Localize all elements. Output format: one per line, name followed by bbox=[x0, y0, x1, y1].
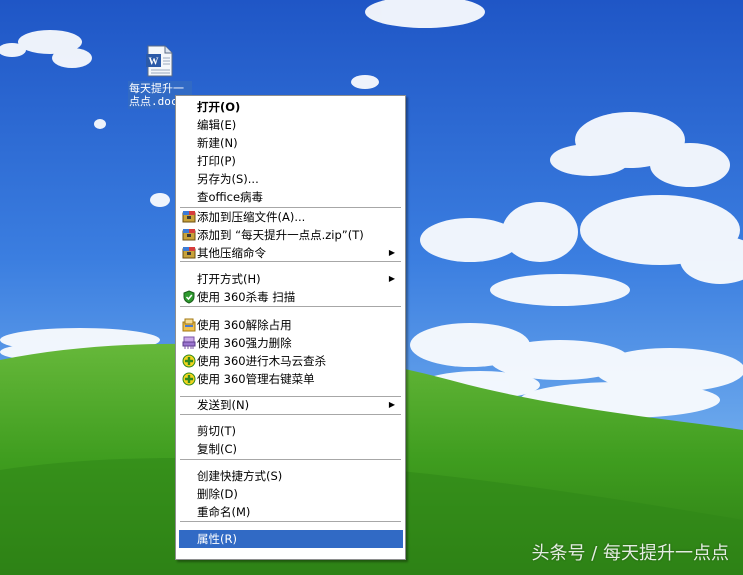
menu-item-add-to-zip[interactable]: 添加到 “每天提升一点点.zip”(T) bbox=[179, 226, 403, 244]
menu-item-print[interactable]: 打印(P) bbox=[179, 152, 403, 170]
menu-item-label: 添加到压缩文件(A)... bbox=[197, 210, 306, 224]
menu-item-new[interactable]: 新建(N) bbox=[179, 134, 403, 152]
shield-icon bbox=[182, 290, 196, 304]
menu-item-label: 使用 360解除占用 bbox=[197, 318, 292, 332]
menu-item-other-compress[interactable]: 其他压缩命令 ▶ bbox=[179, 244, 403, 262]
menu-item-label: 重命名(M) bbox=[197, 505, 251, 519]
menu-separator bbox=[180, 207, 401, 209]
submenu-arrow-icon: ▶ bbox=[388, 248, 395, 257]
menu-item-label: 打开(O) bbox=[197, 100, 241, 114]
menu-item-label: 创建快捷方式(S) bbox=[197, 469, 283, 483]
menu-item-send-to[interactable]: 发送到(N) ▶ bbox=[179, 396, 403, 414]
menu-separator bbox=[180, 521, 401, 523]
archive-icon bbox=[182, 246, 196, 260]
menu-separator bbox=[180, 396, 401, 398]
menu-item-label: 新建(N) bbox=[197, 136, 238, 150]
menu-item-label: 查office病毒 bbox=[197, 190, 264, 204]
archive-icon bbox=[182, 228, 196, 242]
menu-item-edit[interactable]: 编辑(E) bbox=[179, 116, 403, 134]
menu-item-label: 属性(R) bbox=[197, 532, 237, 546]
menu-item-label: 使用 360进行木马云查杀 bbox=[197, 354, 327, 368]
menu-item-label: 使用 360管理右键菜单 bbox=[197, 372, 315, 386]
submenu-arrow-icon: ▶ bbox=[388, 400, 395, 409]
menu-item-label: 另存为(S)... bbox=[197, 172, 259, 186]
menu-item-label: 其他压缩命令 bbox=[197, 246, 266, 260]
360-icon bbox=[182, 372, 196, 386]
menu-item-360-trojan-cloud-scan[interactable]: 使用 360进行木马云查杀 bbox=[179, 352, 403, 370]
svg-text:W: W bbox=[149, 57, 159, 68]
menu-item-360-force-delete[interactable]: 使用 360强力删除 bbox=[179, 334, 403, 352]
watermark: 头条号 / 每天提升一点点 bbox=[531, 543, 729, 564]
menu-item-label: 使用 360强力删除 bbox=[197, 336, 292, 350]
menu-item-360-antivirus-scan[interactable]: 使用 360杀毒 扫描 bbox=[179, 288, 403, 306]
menu-item-label: 打开方式(H) bbox=[197, 272, 261, 286]
menu-item-label: 添加到 “每天提升一点点.zip”(T) bbox=[197, 228, 364, 242]
menu-separator bbox=[180, 459, 401, 461]
menu-item-label: 编辑(E) bbox=[197, 118, 237, 132]
menu-separator bbox=[180, 414, 401, 416]
menu-item-add-to-archive[interactable]: 添加到压缩文件(A)... bbox=[179, 208, 403, 226]
menu-item-label: 发送到(N) bbox=[197, 398, 250, 412]
menu-item-label: 删除(D) bbox=[197, 487, 238, 501]
menu-item-label: 剪切(T) bbox=[197, 424, 236, 438]
menu-item-360-unlock[interactable]: 使用 360解除占用 bbox=[179, 316, 403, 334]
menu-item-label: 使用 360杀毒 扫描 bbox=[197, 290, 296, 304]
360-icon bbox=[182, 354, 196, 368]
shred-icon bbox=[182, 336, 196, 350]
menu-item-cut[interactable]: 剪切(T) bbox=[179, 422, 403, 440]
menu-item-save-as[interactable]: 另存为(S)... bbox=[179, 170, 403, 188]
menu-item-open-with[interactable]: 打开方式(H) ▶ bbox=[179, 270, 403, 288]
submenu-arrow-icon: ▶ bbox=[388, 274, 395, 283]
context-menu: 打开(O) 编辑(E) 新建(N) 打印(P) 另存为(S)... 查office病毒添加… bbox=[175, 95, 406, 560]
menu-item-label: 打印(P) bbox=[197, 154, 236, 168]
menu-item-360-manage-context-menu[interactable]: 使用 360管理右键菜单 bbox=[179, 370, 403, 388]
menu-item-delete[interactable]: 删除(D) bbox=[179, 485, 403, 503]
menu-item-copy[interactable]: 复制(C) bbox=[179, 440, 403, 458]
menu-separator bbox=[180, 306, 401, 308]
menu-separator bbox=[180, 261, 401, 263]
archive-icon bbox=[182, 210, 196, 224]
word-document-icon: W bbox=[145, 45, 175, 77]
menu-item-properties[interactable]: 属性(R) bbox=[179, 530, 403, 548]
menu-item-scan-office-virus[interactable]: 查office病毒 bbox=[179, 188, 403, 206]
menu-item-create-shortcut[interactable]: 创建快捷方式(S) bbox=[179, 467, 403, 485]
menu-item-rename[interactable]: 重命名(M) bbox=[179, 503, 403, 521]
unlock-icon bbox=[182, 318, 196, 332]
menu-item-open[interactable]: 打开(O) bbox=[179, 98, 403, 116]
menu-item-label: 复制(C) bbox=[197, 442, 238, 456]
